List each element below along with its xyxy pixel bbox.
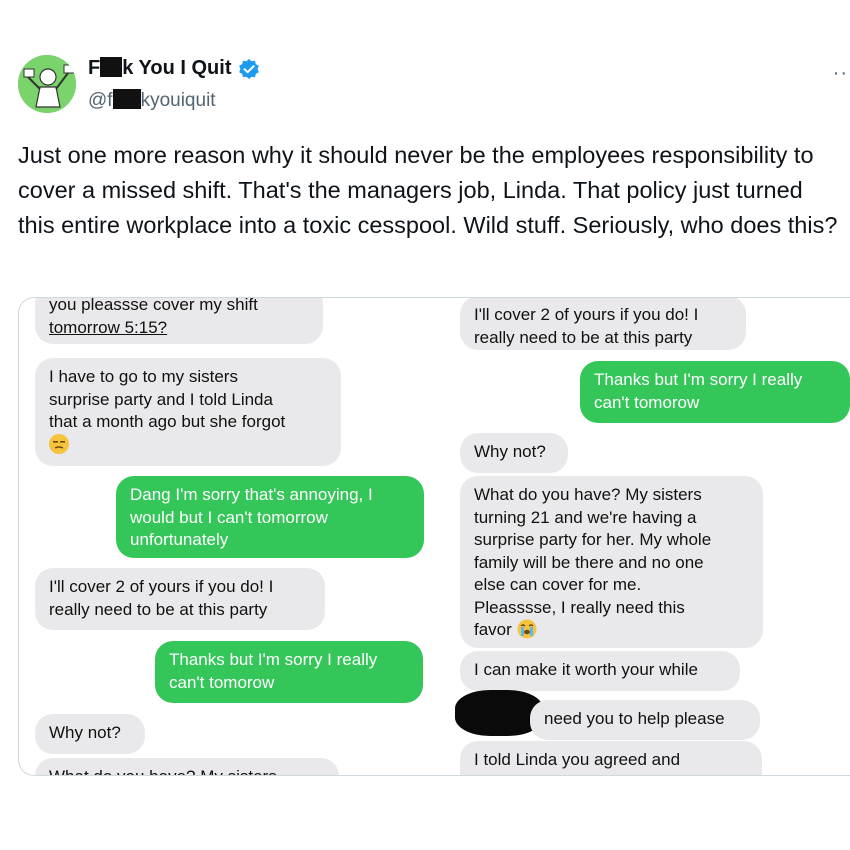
message-bubble-received: I'll cover 2 of yours if you do! I reall… — [35, 568, 325, 630]
unamused-face-emoji — [49, 433, 69, 454]
message-bubble-received: What do you have? My sisters turning 21 … — [460, 476, 763, 648]
message-bubble-received: What do you have? My sisters — [35, 758, 339, 775]
avatar-illustration-icon — [18, 55, 76, 113]
message-bubble-received: I have to go to my sisters surprise part… — [35, 358, 341, 466]
verified-badge-icon — [238, 58, 259, 79]
redaction-box — [100, 57, 123, 77]
tweet-text: Just one more reason why it should never… — [18, 142, 838, 238]
more-dots-icon[interactable]: ·· — [833, 62, 848, 85]
message-bubble-received: Why not? — [460, 433, 568, 473]
avatar[interactable] — [18, 55, 76, 113]
message-bubble-received: I told Linda you agreed and — [460, 741, 762, 775]
message-bubble-sent: Thanks but I'm sorry I really can't tomo… — [580, 361, 850, 423]
message-bubble-received: you pleassse cover my shift tomorrow 5:1… — [35, 298, 323, 344]
display-name[interactable]: Fk You I Quit — [88, 57, 232, 80]
display-name-row[interactable]: Fk You I Quit — [88, 57, 260, 80]
tweet-media-image[interactable]: you pleassse cover my shift tomorrow 5:1… — [18, 297, 850, 776]
message-bubble-received: I'll cover 2 of yours if you do! I reall… — [460, 298, 746, 350]
user-handle[interactable]: @f kyouiquit — [88, 89, 216, 112]
redaction-box — [112, 89, 141, 109]
message-bubble-sent: Thanks but I'm sorry I really can't tomo… — [155, 641, 423, 703]
message-bubble-received: Why not? — [35, 714, 145, 754]
message-bubble-received: need you to help please — [530, 700, 760, 740]
loudly-crying-face-emoji — [517, 619, 537, 639]
message-bubble-sent: Dang I'm sorry that's annoying, I would … — [116, 476, 424, 558]
message-bubble-received: I can make it worth your while — [460, 651, 740, 691]
